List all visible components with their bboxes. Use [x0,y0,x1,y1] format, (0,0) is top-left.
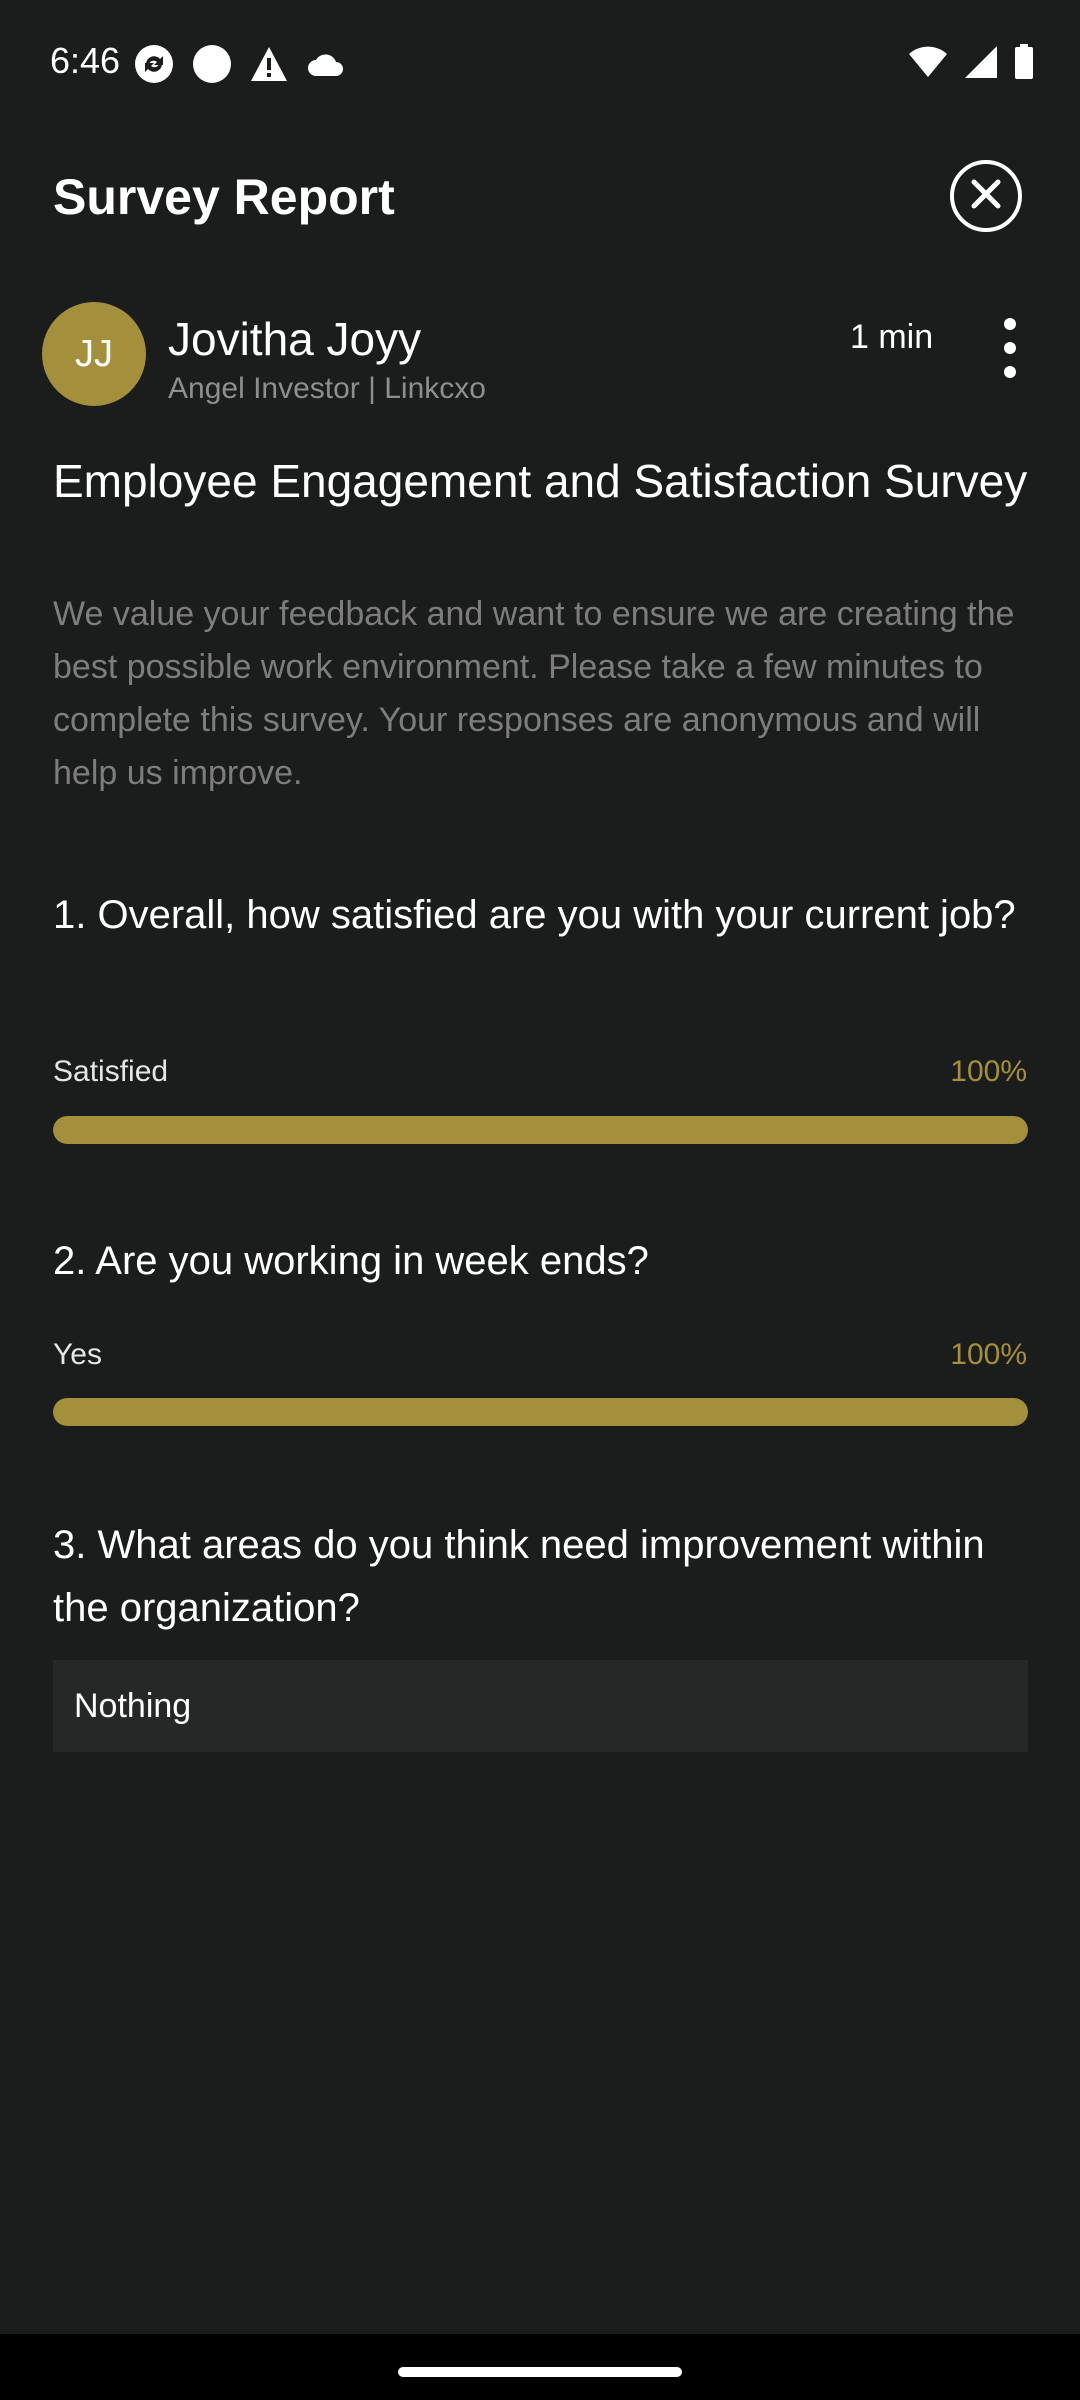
question-3: 3. What areas do you think need improvem… [53,1523,985,1630]
question-2: 2. Are you working in week ends? [53,1239,649,1283]
survey-title: Employee Engagement and Satisfaction Sur… [53,455,1028,507]
question-1-option-percent: 100% [950,1055,1027,1088]
cloud-icon [306,50,346,83]
question-2-progress-bar [53,1398,1028,1426]
question-1-option-label: Satisfied [53,1055,169,1088]
wifi-icon [908,46,948,83]
status-bar: 6:46 [0,0,1080,130]
question-2-progress-fill [53,1398,1028,1426]
warning-icon [250,46,288,87]
home-gesture-handle[interactable] [398,2367,682,2377]
more-options-button[interactable] [990,318,1030,378]
more-vertical-icon [1004,318,1016,330]
question-2-option-label: Yes [53,1338,102,1371]
status-icons-left [134,44,346,89]
author-role: Angel Investor | Linkcxo [168,372,486,405]
question-3-answer: Nothing [53,1660,1028,1752]
avatar[interactable]: JJ [42,302,146,406]
question-2-option-percent: 100% [950,1338,1027,1371]
close-icon [969,177,1003,216]
post-time: 1 min [850,318,934,356]
signal-icon [964,45,998,84]
question-1: 1. Overall, how satisfied are you with y… [53,893,1016,937]
question-1-progress-fill [53,1116,1028,1144]
status-icons-right [908,44,1034,85]
page-title: Survey Report [53,169,395,225]
close-button[interactable] [950,160,1022,232]
battery-icon [1014,44,1034,85]
survey-description: We value your feedback and want to ensur… [53,595,1015,792]
circle-icon [192,44,232,89]
question-1-progress-bar [53,1116,1028,1144]
status-time: 6:46 [50,40,121,81]
sync-icon [134,44,174,89]
author-name[interactable]: Jovitha Joyy [168,312,421,366]
